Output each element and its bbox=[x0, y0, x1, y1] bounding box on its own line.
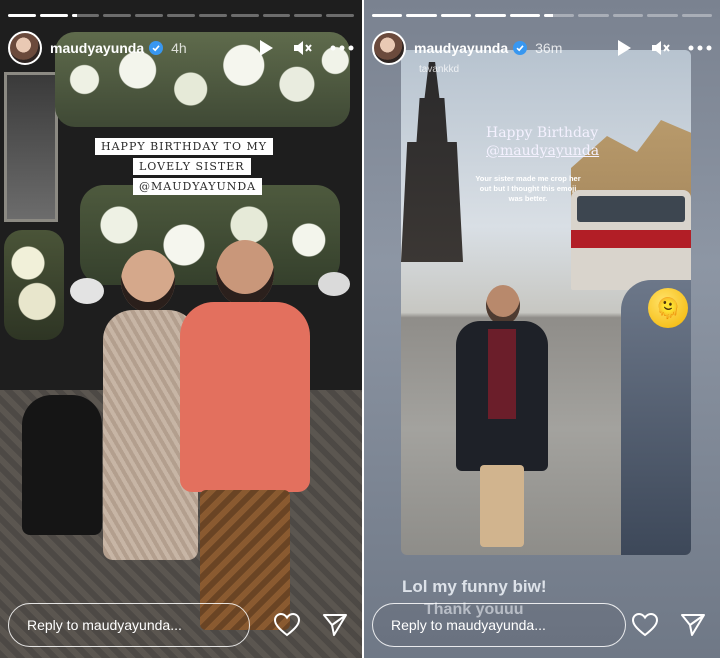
story-panel-right[interactable]: 🫠 tavankkd Happy Birthday @maudyayunda Y… bbox=[364, 0, 720, 658]
progress-segment bbox=[198, 14, 227, 17]
birthday-banner: HAPPY BIRTHDAY TO MY LOVELY SISTER @MAUD… bbox=[95, 138, 320, 198]
lamp-decor bbox=[70, 278, 104, 304]
person-walking bbox=[456, 285, 548, 547]
mute-icon[interactable] bbox=[650, 39, 670, 57]
play-icon[interactable] bbox=[616, 39, 632, 57]
play-icon[interactable] bbox=[258, 39, 274, 57]
story-panel-left[interactable]: HAPPY BIRTHDAY TO MY LOVELY SISTER @MAUD… bbox=[0, 0, 362, 658]
banner-line-2: LOVELY SISTER bbox=[133, 158, 251, 175]
mirror-decor bbox=[4, 72, 58, 222]
heart-icon[interactable] bbox=[274, 613, 300, 637]
send-icon[interactable] bbox=[322, 613, 348, 637]
floral-arrangement-left bbox=[4, 230, 64, 340]
heart-icon[interactable] bbox=[632, 613, 658, 637]
story-note: Your sister made me crop her out but I t… bbox=[475, 174, 581, 203]
progress-segment bbox=[612, 14, 644, 17]
progress-segment bbox=[544, 14, 575, 17]
story-footer: Reply to maudyayunda... bbox=[372, 602, 712, 648]
story-caption-1: Lol my funny biw! bbox=[402, 577, 547, 596]
mute-icon[interactable] bbox=[292, 39, 312, 57]
monument-tower bbox=[401, 62, 463, 262]
melting-face-emoji-icon: 🫠 bbox=[648, 288, 688, 328]
progress-segment bbox=[262, 14, 291, 17]
banner-line-3: @MAUDYAYUNDA bbox=[133, 178, 263, 195]
verified-badge-icon bbox=[149, 41, 164, 55]
send-icon[interactable] bbox=[680, 613, 706, 637]
progress-segment bbox=[39, 14, 68, 17]
story-photo-birthday-party: HAPPY BIRTHDAY TO MY LOVELY SISTER @MAUD… bbox=[0, 0, 362, 658]
story-timestamp: 4h bbox=[171, 40, 187, 56]
banner-line-1: HAPPY BIRTHDAY TO MY bbox=[95, 138, 273, 155]
happy-birthday-text: Happy Birthday @maudyayunda bbox=[486, 124, 599, 160]
avatar[interactable] bbox=[372, 31, 406, 65]
verified-badge-icon bbox=[513, 41, 528, 55]
person-right bbox=[180, 240, 310, 630]
progress-segment bbox=[230, 14, 259, 17]
more-icon[interactable] bbox=[688, 45, 712, 51]
progress-segment bbox=[8, 14, 36, 17]
reply-input[interactable]: Reply to maudyayunda... bbox=[8, 603, 250, 647]
username[interactable]: maudyayunda bbox=[50, 40, 144, 56]
progress-segment bbox=[440, 14, 472, 17]
story-progress-bars bbox=[8, 14, 354, 17]
story-footer: Reply to maudyayunda... bbox=[8, 602, 354, 648]
mention-tag[interactable]: @maudyayunda bbox=[486, 142, 599, 160]
more-icon[interactable] bbox=[330, 45, 354, 51]
story-progress-bars bbox=[372, 14, 713, 17]
story-header: maudyayunda 4h bbox=[8, 30, 354, 66]
avatar[interactable] bbox=[8, 31, 42, 65]
progress-segment bbox=[372, 14, 403, 17]
chair-decor bbox=[22, 395, 102, 535]
progress-segment bbox=[294, 14, 323, 17]
progress-segment bbox=[103, 14, 132, 17]
lamp-decor-right bbox=[318, 272, 350, 296]
story-photo-street: 🫠 tavankkd Happy Birthday @maudyayunda Y… bbox=[401, 50, 691, 555]
progress-segment bbox=[326, 14, 354, 17]
progress-segment bbox=[135, 14, 164, 17]
progress-segment bbox=[71, 14, 100, 17]
reply-input[interactable]: Reply to maudyayunda... bbox=[372, 603, 626, 647]
progress-segment bbox=[406, 14, 437, 17]
progress-segment bbox=[167, 14, 195, 17]
progress-segment bbox=[681, 14, 713, 17]
double-decker-bus bbox=[571, 190, 691, 290]
progress-segment bbox=[578, 14, 609, 17]
username[interactable]: maudyayunda bbox=[414, 40, 508, 56]
happy-birthday-title: Happy Birthday bbox=[486, 125, 599, 141]
story-timestamp: 36m bbox=[535, 40, 563, 56]
progress-segment bbox=[475, 14, 506, 17]
progress-segment bbox=[647, 14, 678, 17]
progress-segment bbox=[509, 14, 541, 17]
story-header: maudyayunda 36m bbox=[372, 30, 712, 66]
